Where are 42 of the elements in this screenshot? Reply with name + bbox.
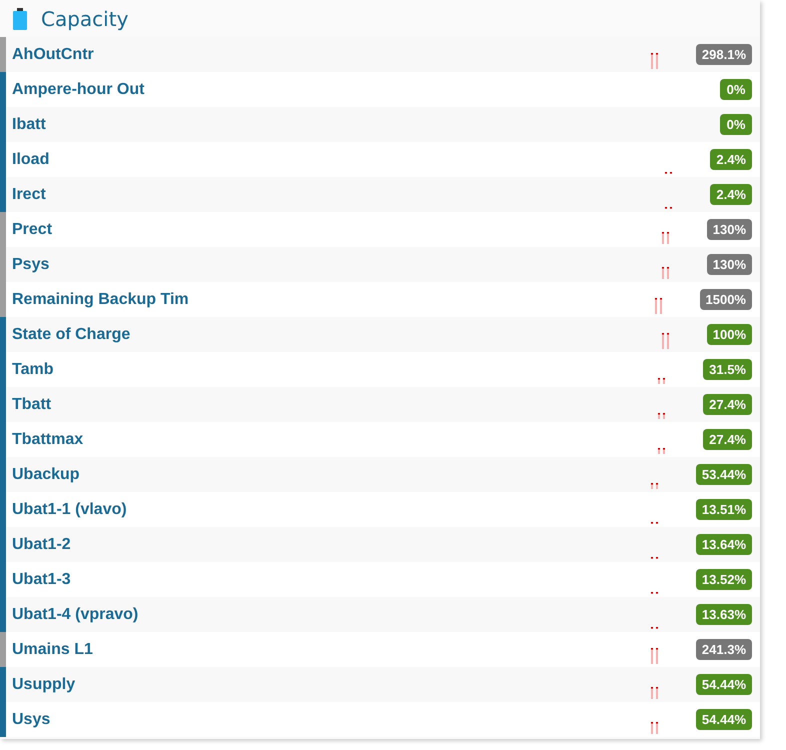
- metric-name[interactable]: Usupply: [6, 676, 650, 694]
- percentage-badge: 0%: [720, 114, 752, 135]
- metric-name[interactable]: Prect: [6, 220, 661, 238]
- metric-name[interactable]: State of Charge: [6, 326, 661, 344]
- metric-name[interactable]: Umains L1: [6, 640, 650, 658]
- percentage-badge: 0%: [720, 79, 752, 100]
- percentage-badge: 2.4%: [710, 149, 752, 170]
- percentage-badge: 27.4%: [703, 394, 752, 415]
- percentage-badge: 13.52%: [696, 569, 752, 590]
- percentage-badge: 13.64%: [696, 534, 752, 555]
- percentage-badge: 1500%: [700, 289, 752, 310]
- percentage-badge: 130%: [706, 254, 752, 275]
- metric-name[interactable]: Iload: [6, 150, 664, 168]
- metric-name[interactable]: Tamb: [6, 360, 658, 378]
- metric-name[interactable]: Psys: [6, 256, 661, 274]
- percentage-badge: 54.44%: [696, 709, 752, 730]
- percentage-badge: 298.1%: [696, 44, 752, 65]
- percentage-badge: 241.3%: [696, 639, 752, 660]
- percentage-badge: 13.51%: [696, 499, 752, 520]
- percentage-badge: 53.44%: [696, 464, 752, 485]
- percentage-badge: 100%: [706, 324, 752, 345]
- percentage-badge: 31.5%: [703, 359, 752, 380]
- metric-name[interactable]: Usys: [6, 710, 650, 728]
- percentage-badge: 130%: [706, 219, 752, 240]
- metric-name[interactable]: Tbatt: [6, 396, 658, 414]
- metric-name[interactable]: Remaining Backup Tim: [6, 290, 654, 308]
- metric-name[interactable]: Ubat1-3: [6, 570, 650, 588]
- metric-name[interactable]: Ubat1-2: [6, 536, 650, 554]
- battery-icon: [13, 8, 27, 30]
- metric-name[interactable]: Tbattmax: [6, 430, 658, 448]
- panel-title: Capacity: [41, 6, 128, 30]
- metric-name[interactable]: Ubat1-1 (vlavo): [6, 500, 650, 518]
- metric-name[interactable]: Ibatt: [6, 116, 674, 134]
- percentage-badge: 27.4%: [703, 429, 752, 450]
- metric-name[interactable]: Ubackup: [6, 466, 650, 484]
- percentage-badge: 2.4%: [710, 184, 752, 205]
- percentage-badge: 13.63%: [696, 604, 752, 625]
- metric-name[interactable]: Ampere-hour Out: [6, 80, 674, 98]
- percentage-badge: 54.44%: [696, 674, 752, 695]
- metric-name[interactable]: Irect: [6, 186, 664, 204]
- metric-name[interactable]: AhOutCntr: [6, 46, 650, 64]
- metric-name[interactable]: Ubat1-4 (vpravo): [6, 606, 650, 624]
